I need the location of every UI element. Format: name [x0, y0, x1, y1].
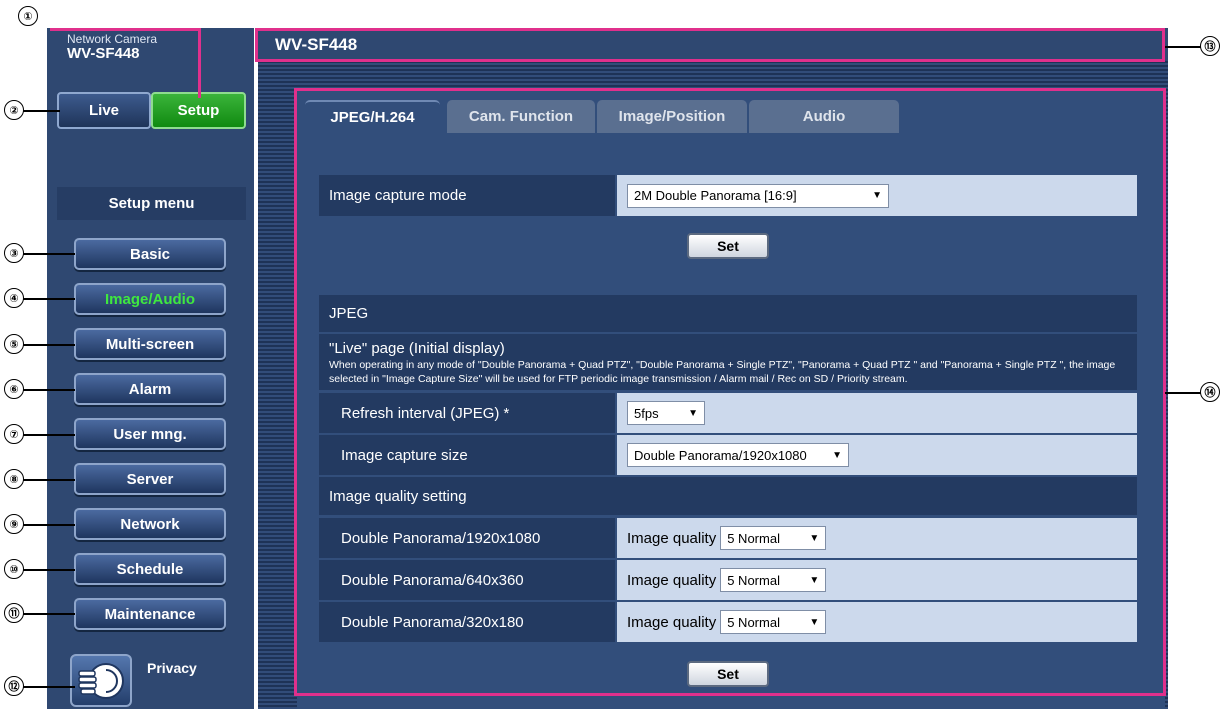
callout-6: ⑥ — [4, 379, 24, 399]
leader-line — [20, 389, 75, 391]
setup-callout-line-top — [50, 28, 200, 31]
leader-line — [20, 344, 75, 346]
live-button[interactable]: Live — [57, 92, 151, 129]
leader-line — [20, 479, 75, 481]
menu-multi-screen-button[interactable]: Multi-screen — [74, 328, 226, 360]
callout-12: ⑫ — [4, 676, 24, 696]
callout-8: ⑧ — [4, 469, 24, 489]
header-highlight-box — [255, 28, 1165, 62]
menu-network-button[interactable]: Network — [74, 508, 226, 540]
callout-5: ⑤ — [4, 334, 24, 354]
menu-image-audio-button[interactable]: Image/Audio — [74, 283, 226, 315]
menu-schedule-button[interactable]: Schedule — [74, 553, 226, 585]
leader-line — [1165, 46, 1203, 48]
callout-3: ③ — [4, 243, 24, 263]
menu-basic-button[interactable]: Basic — [74, 238, 226, 270]
menu-maintenance-button[interactable]: Maintenance — [74, 598, 226, 630]
leader-line — [20, 569, 75, 571]
leader-line — [20, 298, 75, 300]
callout-9: ⑨ — [4, 514, 24, 534]
menu-user-mng-button[interactable]: User mng. — [74, 418, 226, 450]
leader-line — [20, 110, 60, 112]
callout-10: ⑩ — [4, 559, 24, 579]
callout-7: ⑦ — [4, 424, 24, 444]
camera-caption: Network Camera — [67, 32, 158, 46]
menu-alarm-button[interactable]: Alarm — [74, 373, 226, 405]
menu-server-button[interactable]: Server — [74, 463, 226, 495]
callout-2: ② — [4, 100, 24, 120]
leader-line — [20, 434, 75, 436]
setup-callout-line — [198, 28, 201, 98]
camera-model: WV-SF448 — [67, 45, 140, 62]
callout-14: ⑭ — [1200, 382, 1220, 402]
callout-4: ④ — [4, 288, 24, 308]
left-panel: Network Camera WV-SF448 Live Setup Setup… — [47, 28, 254, 709]
leader-line — [20, 613, 75, 615]
privacy-button[interactable] — [70, 654, 132, 707]
callout-11: ⑪ — [4, 603, 24, 623]
callout-1: ① — [18, 6, 38, 26]
settings-highlight-box — [294, 88, 1166, 696]
setup-menu-title: Setup menu — [57, 187, 246, 220]
privacy-hand-icon — [78, 663, 124, 699]
leader-line — [20, 686, 75, 688]
leader-line — [1165, 392, 1203, 394]
leader-line — [20, 253, 75, 255]
leader-line — [20, 524, 75, 526]
privacy-label: Privacy — [147, 660, 197, 676]
callout-13: ⑬ — [1200, 36, 1220, 56]
